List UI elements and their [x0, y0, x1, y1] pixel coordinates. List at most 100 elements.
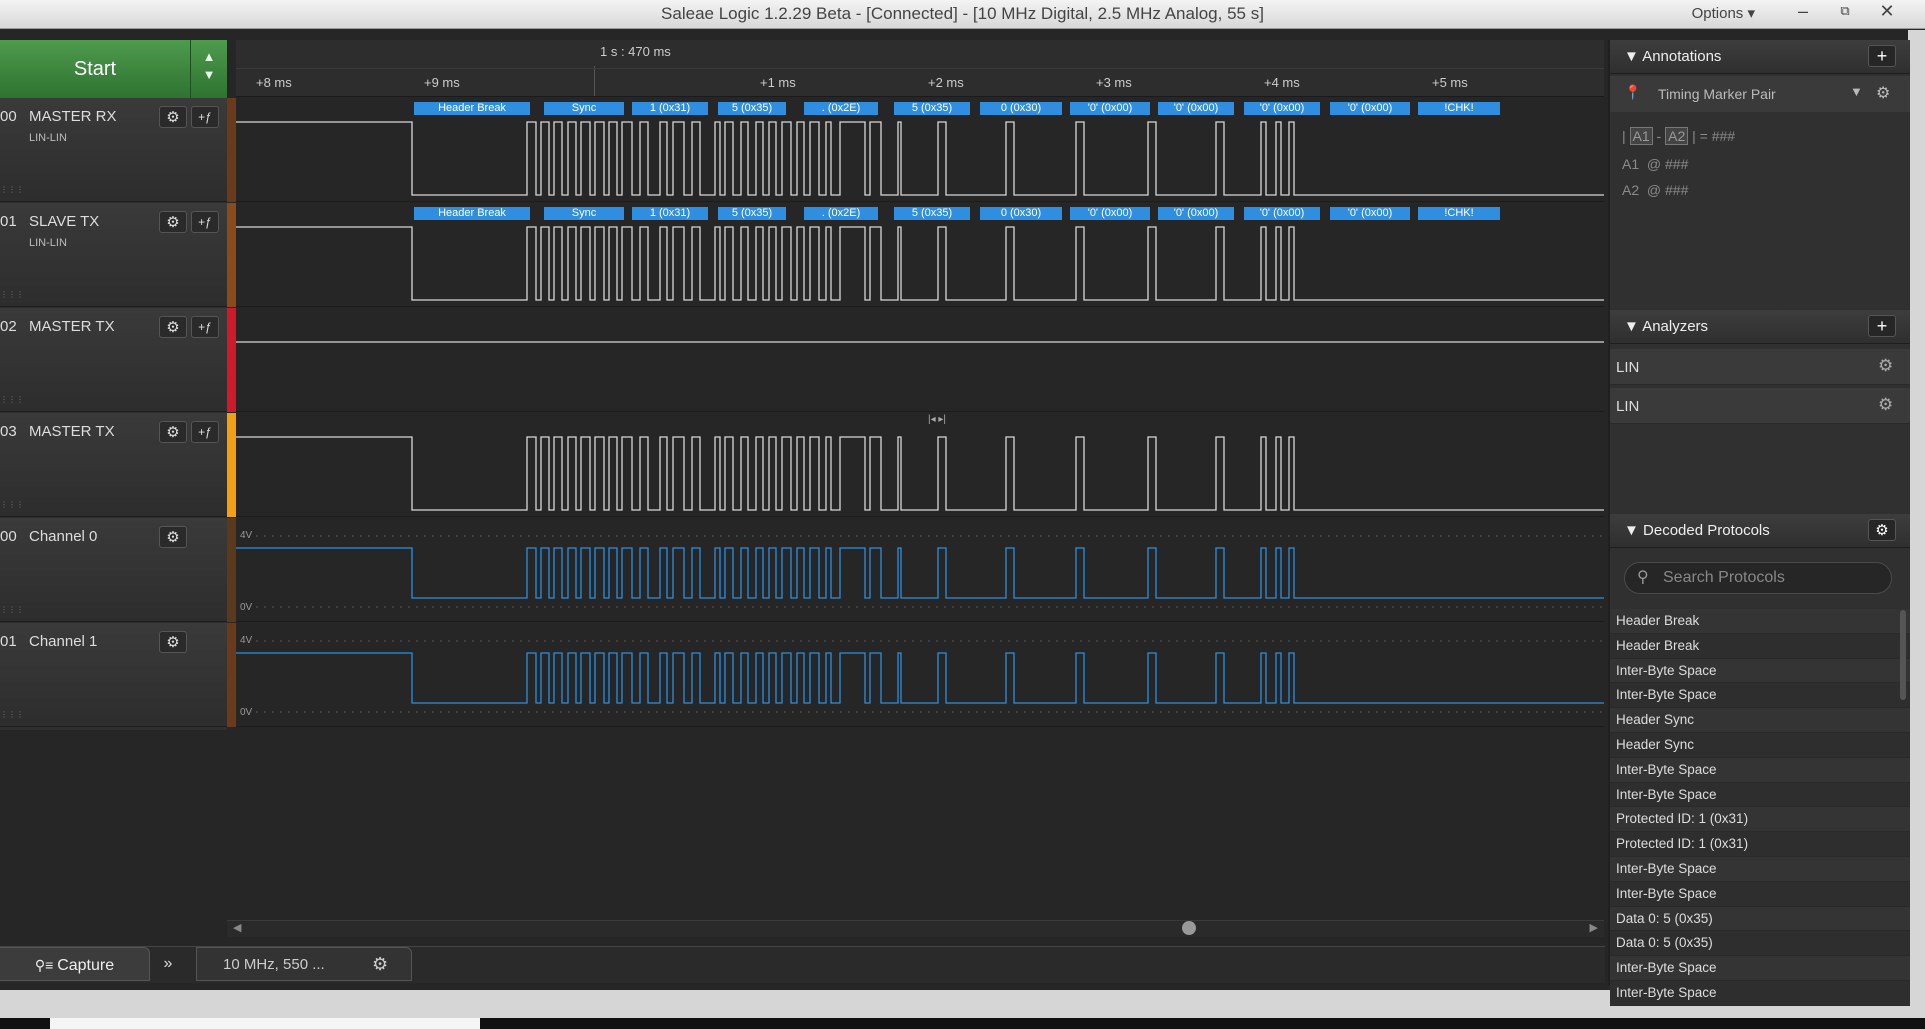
decoded-protocol-item[interactable]: Inter-Byte Space [1610, 980, 1910, 1006]
bottom-tab-bar: ⚲≡ Capture » 10 MHz, 550 ... ⚙ [0, 946, 1605, 983]
decoded-protocol-item[interactable]: Header Sync [1610, 732, 1910, 758]
search-icon: ⚲ [1637, 569, 1649, 586]
gear-icon[interactable]: ⚙ [159, 421, 187, 443]
drag-handle-icon[interactable]: ⋮⋮⋮ [0, 500, 24, 509]
tick-label: +5 ms [1432, 75, 1468, 90]
channel-number: 01 [0, 633, 17, 650]
start-button[interactable]: Start [0, 40, 190, 99]
channel-color-strip [227, 203, 236, 307]
scroll-right-icon[interactable]: ▶ [1590, 921, 1598, 934]
gear-icon[interactable]: ⚙ [159, 106, 187, 128]
right-panel: ▼ Annotations + 📍 Timing Marker Pair ▼ ⚙… [1608, 40, 1910, 1006]
trigger-icon[interactable]: +ƒ [191, 106, 219, 128]
tick-label: +3 ms [1096, 75, 1132, 90]
decoded-protocol-item[interactable]: Header Break [1610, 609, 1910, 634]
analyzers-header[interactable]: ▼ Analyzers + [1610, 310, 1910, 344]
channel-color-strip [227, 98, 236, 202]
close-icon[interactable]: ✕ [1872, 1, 1902, 22]
channel-color-strip [227, 518, 236, 622]
decoded-protocol-item[interactable]: Inter-Byte Space [1610, 683, 1910, 709]
channel-row[interactable]: 03 MASTER TX ⚙ +ƒ ⋮⋮⋮ [0, 413, 227, 517]
gear-icon[interactable]: ⚙ [1878, 356, 1893, 376]
channel-row[interactable]: 01 Channel 1 ⚙ ⋮⋮⋮ [0, 623, 227, 727]
minimize-icon[interactable]: – [1788, 1, 1818, 22]
gear-icon[interactable]: ⚙ [159, 316, 187, 338]
gear-icon[interactable]: ⚙ [1876, 83, 1890, 103]
channel-number: 03 [0, 423, 17, 440]
channel-row[interactable]: 02 MASTER TX ⚙ +ƒ ⋮⋮⋮ [0, 308, 227, 412]
capture-icon: ⚲≡ [34, 957, 58, 973]
tick-label: +1 ms [760, 75, 796, 90]
channel-name[interactable]: MASTER RX [29, 108, 117, 125]
vertical-scrollbar[interactable] [1900, 610, 1906, 700]
marker-handle-icon[interactable]: |◂ ▸| [928, 414, 946, 425]
decoded-protocol-item[interactable]: Inter-Byte Space [1610, 757, 1910, 783]
decoded-protocol-item[interactable]: Inter-Byte Space [1610, 782, 1910, 808]
trigger-icon[interactable]: +ƒ [191, 211, 219, 233]
tick-label: +2 ms [928, 75, 964, 90]
tick-label: +9 ms [424, 75, 460, 90]
channel-row[interactable]: 00 Channel 0 ⚙ ⋮⋮⋮ [0, 518, 227, 622]
timeline-marker: 1 s : 470 ms [600, 44, 671, 59]
start-options-arrows[interactable]: ▲ ▼ [190, 40, 227, 98]
channel-name[interactable]: MASTER TX [29, 318, 115, 335]
channel-name[interactable]: Channel 0 [29, 528, 97, 545]
timeline-header[interactable]: 1 s : 470 ms +8 ms +9 ms +1 ms +2 ms +3 … [236, 40, 1604, 97]
analyzer-item[interactable]: LIN ⚙ [1610, 349, 1910, 385]
restore-icon[interactable]: ⧉ [1830, 3, 1860, 19]
add-annotation-button[interactable]: + [1868, 45, 1896, 67]
channel-name[interactable]: SLAVE TX [29, 213, 99, 230]
horizontal-scrollbar[interactable]: ◀ ▶ [227, 920, 1604, 937]
gear-icon[interactable]: ⚙ [159, 526, 187, 548]
channel-name[interactable]: MASTER TX [29, 423, 115, 440]
decoded-protocol-item[interactable]: Inter-Byte Space [1610, 956, 1910, 981]
marker-pair-label: Timing Marker Pair [1658, 86, 1776, 102]
trigger-icon[interactable]: +ƒ [191, 316, 219, 338]
decoded-protocol-item[interactable]: Header Break [1610, 633, 1910, 659]
collapse-icon[interactable]: ▼ [1624, 318, 1642, 335]
decoded-protocols-header[interactable]: ▼ Decoded Protocols ⚙ [1610, 514, 1910, 548]
gear-icon[interactable]: ⚙ [159, 631, 187, 653]
decoded-protocol-item[interactable]: Inter-Byte Space [1610, 658, 1910, 684]
drag-handle-icon[interactable]: ⋮⋮⋮ [0, 710, 24, 719]
decoded-protocol-item[interactable]: Inter-Byte Space [1610, 856, 1910, 882]
drag-handle-icon[interactable]: ⋮⋮⋮ [0, 605, 24, 614]
decoded-protocol-list[interactable]: Header Break Header Break Inter-Byte Space… [1610, 609, 1910, 1025]
tab-overflow-icon[interactable]: » [150, 947, 186, 981]
search-protocols-input[interactable]: ⚲ Search Protocols [1624, 562, 1892, 594]
decoded-protocol-item[interactable]: Inter-Byte Space [1610, 881, 1910, 907]
decoded-protocol-item[interactable]: Data 0: 5 (0x35) [1610, 906, 1910, 932]
collapse-icon[interactable]: ▼ [1624, 48, 1642, 65]
channel-number: 00 [0, 108, 17, 125]
analyzers-title: Analyzers [1642, 318, 1709, 335]
tab-capture[interactable]: ⚲≡ Capture [0, 947, 150, 981]
decoded-protocol-item[interactable]: Header Sync [1610, 708, 1910, 733]
tick-label: +4 ms [1264, 75, 1300, 90]
drag-handle-icon[interactable]: ⋮⋮⋮ [0, 185, 24, 194]
scroll-thumb[interactable] [1182, 921, 1196, 935]
gear-icon[interactable]: ⚙ [372, 947, 388, 981]
decoded-protocol-item[interactable]: Protected ID: 1 (0x31) [1610, 832, 1910, 857]
gear-icon[interactable]: ⚙ [159, 211, 187, 233]
drag-handle-icon[interactable]: ⋮⋮⋮ [0, 395, 24, 404]
drag-handle-icon[interactable]: ⋮⋮⋮ [0, 290, 24, 299]
timing-marker-pair[interactable]: 📍 Timing Marker Pair ▼ ⚙ [1610, 76, 1910, 112]
channel-color-strip [227, 413, 236, 517]
capture-tab-label: Capture [57, 957, 115, 974]
add-analyzer-button[interactable]: + [1868, 315, 1896, 337]
analyzer-item[interactable]: LIN ⚙ [1610, 388, 1910, 424]
gear-icon[interactable]: ⚙ [1878, 395, 1893, 415]
options-menu[interactable]: Options ▾ [1692, 4, 1755, 22]
pin-icon: 📍 [1624, 84, 1642, 100]
collapse-icon[interactable]: ▼ [1624, 522, 1643, 539]
annotations-header[interactable]: ▼ Annotations + [1610, 40, 1910, 74]
decoded-protocol-item[interactable]: Protected ID: 1 (0x31) [1610, 807, 1910, 833]
channel-name[interactable]: Channel 1 [29, 633, 97, 650]
channel-row[interactable]: 00 MASTER RX LIN-LIN ⚙ +ƒ ⋮⋮⋮ [0, 98, 227, 202]
trigger-icon[interactable]: +ƒ [191, 421, 219, 443]
gear-icon[interactable]: ⚙ [1868, 519, 1896, 541]
dropdown-icon[interactable]: ▼ [1850, 84, 1863, 99]
channel-row[interactable]: 01 SLAVE TX LIN-LIN ⚙ +ƒ ⋮⋮⋮ [0, 203, 227, 307]
scroll-left-icon[interactable]: ◀ [233, 921, 241, 934]
decoded-protocol-item[interactable]: Data 0: 5 (0x35) [1610, 931, 1910, 957]
